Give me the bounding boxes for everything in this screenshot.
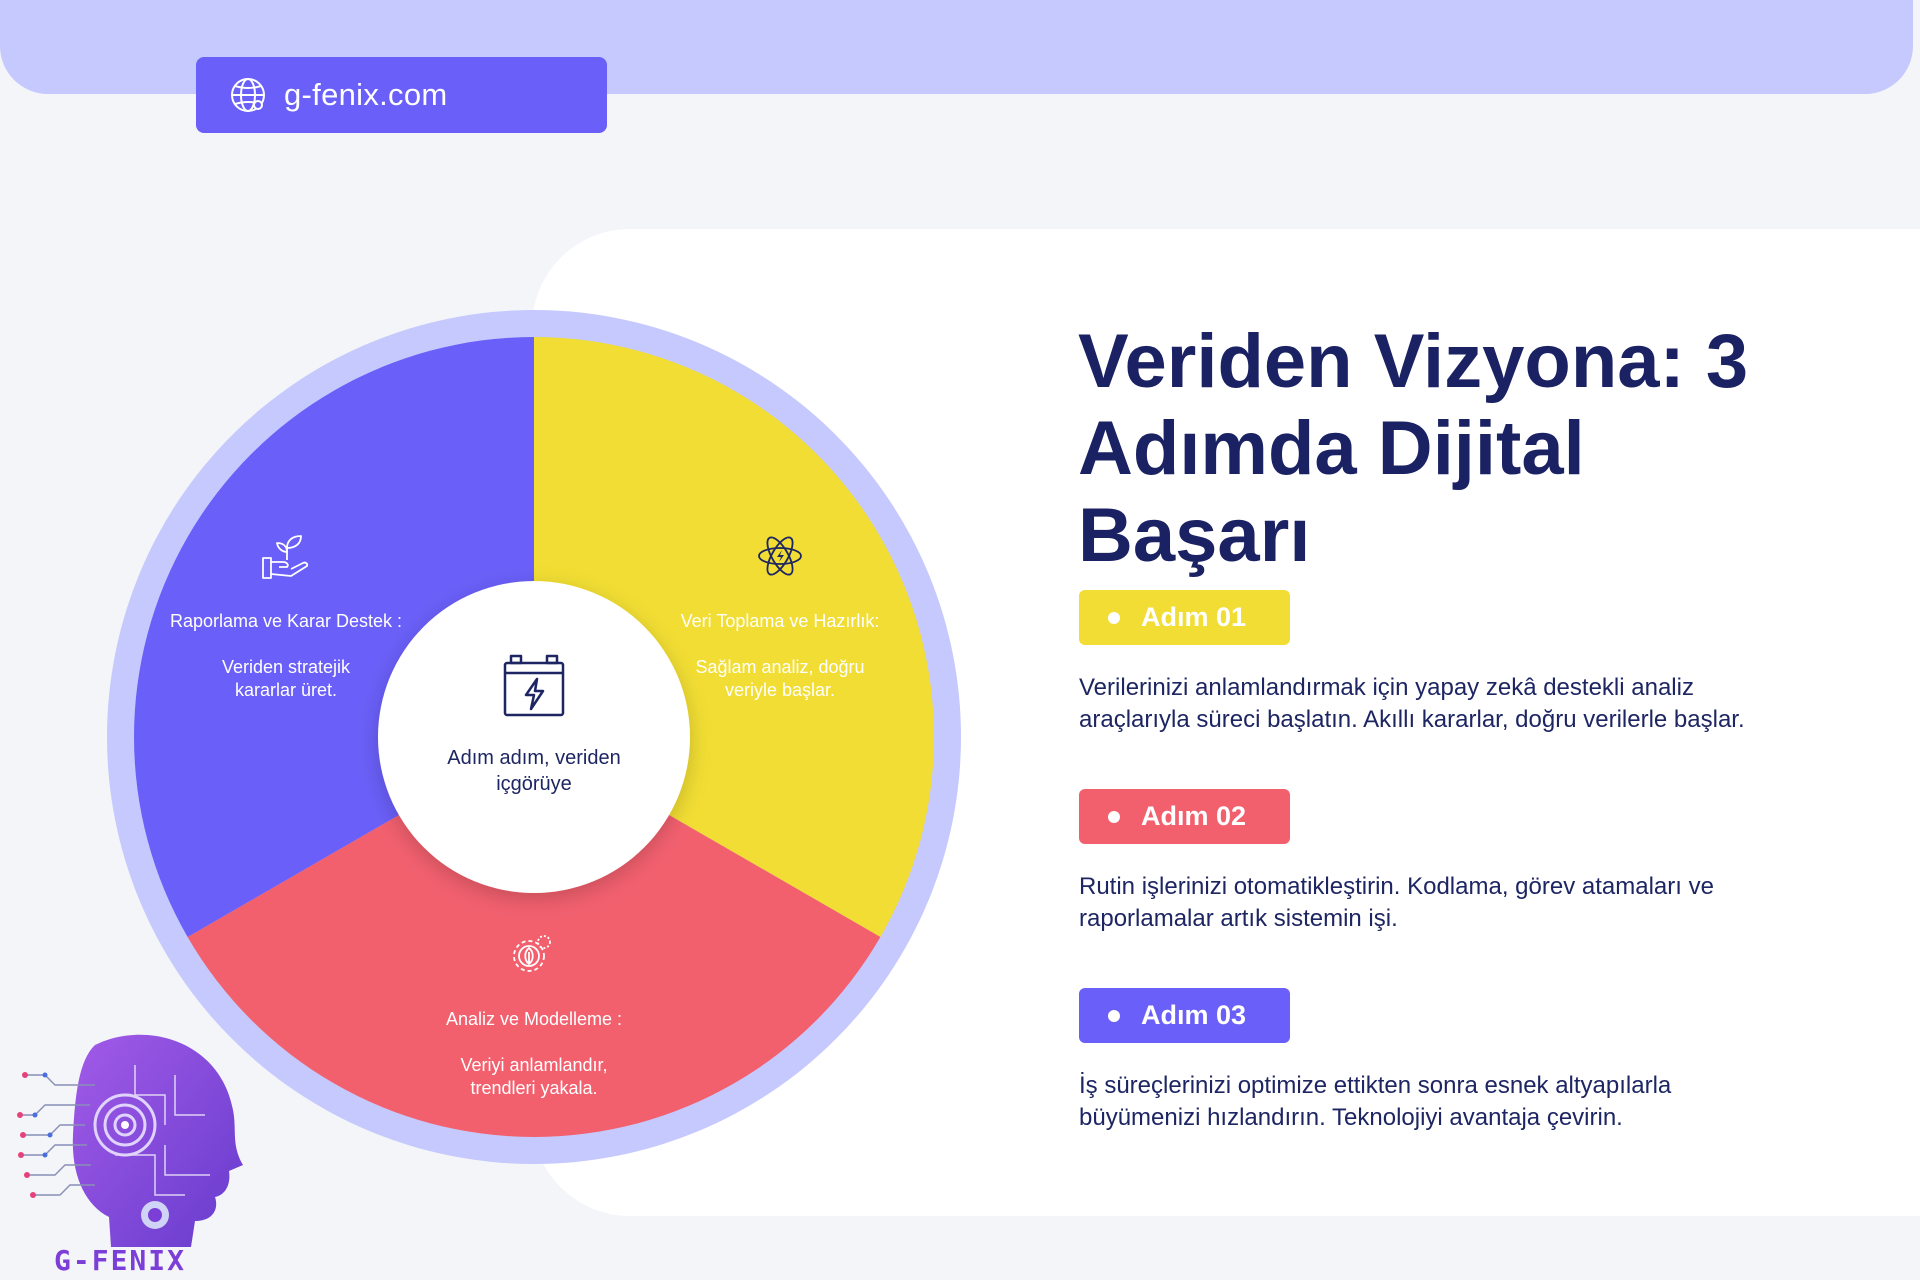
website-url-badge[interactable]: g-fenix.com (196, 57, 607, 133)
segment-label-analysis: Analiz ve Modelleme : Veriyi anlamlandır… (414, 1008, 654, 1100)
segment-description: Sağlam analiz, doğru veriyle başlar. (695, 657, 865, 700)
segment-title: Raporlama ve Karar Destek : (169, 611, 403, 631)
segment-title: Veri Toplama ve Hazırlık: (680, 611, 880, 631)
step-label: Adım 02 (1141, 801, 1247, 831)
step-label: Adım 01 (1141, 602, 1247, 632)
step-label: Adım 03 (1141, 1000, 1247, 1030)
globe-icon (228, 75, 268, 115)
wheel-center-text: Adım adım, veriden içgörüye (447, 747, 621, 795)
step-description-02: Rutin işlerinizi otomatikleştirin. Kodla… (1079, 873, 1714, 932)
segment-description: Veriyi anlamlandır, trendleri yakala. (460, 1055, 608, 1098)
step-description-01: Verilerinizi anlamlandırmak için yapay z… (1079, 674, 1745, 733)
bullet-dot-icon (1108, 1009, 1120, 1022)
logo-wordmark: G-FENIX (54, 1244, 187, 1277)
atom-icon (757, 532, 803, 580)
battery-bolt-icon (502, 653, 566, 719)
g-fenix-logo (17, 1034, 243, 1247)
step-badge-03: Adım 03 (1079, 988, 1290, 1043)
step-badge-02: Adım 02 (1079, 789, 1290, 844)
bullet-dot-icon (1108, 810, 1120, 823)
gears-icon (505, 932, 553, 980)
website-url: g-fenix.com (284, 77, 448, 112)
segment-label-reporting: Raporlama ve Karar Destek : Veriden stra… (166, 610, 406, 702)
segment-description: Veriden stratejik kararlar üret. (221, 657, 351, 700)
wheel-center-disc (378, 581, 690, 893)
step-badge-01: Adım 01 (1079, 590, 1290, 645)
segment-title: Analiz ve Modelleme : (445, 1009, 623, 1029)
bullet-dot-icon (1108, 611, 1120, 624)
segment-label-collection: Veri Toplama ve Hazırlık: Sağlam analiz,… (660, 610, 900, 702)
plant-in-hand-icon (261, 532, 311, 582)
step-description-03: İş süreçlerinizi optimize ettikten sonra… (1079, 1072, 1672, 1131)
page-title: Veriden Vizyona: 3 Adımda Dijital Başarı (1078, 319, 1749, 578)
